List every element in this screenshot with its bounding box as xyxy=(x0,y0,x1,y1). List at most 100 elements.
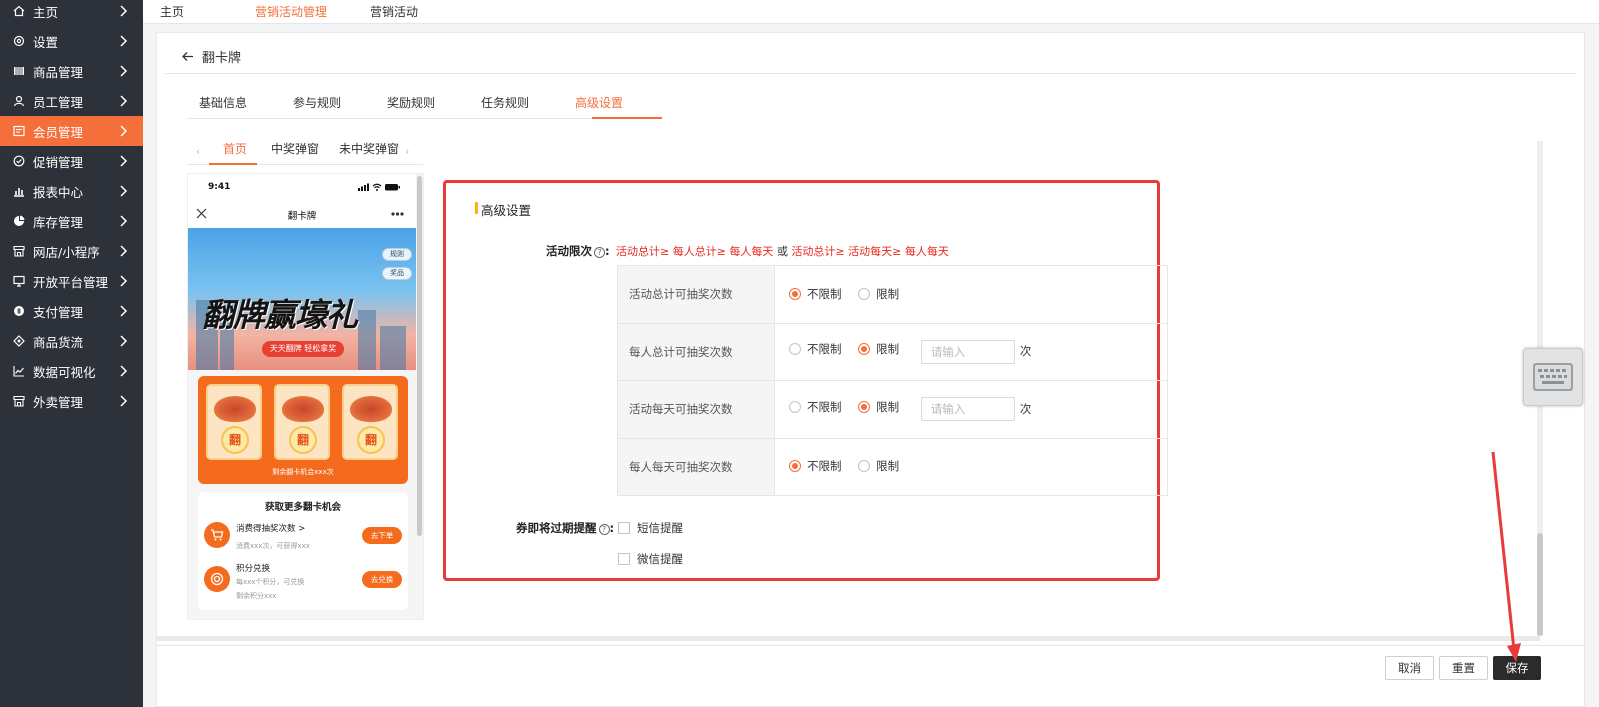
home-icon xyxy=(12,4,26,18)
flip-card[interactable]: 翻 xyxy=(342,384,398,460)
unit-label: 次 xyxy=(1019,344,1032,359)
sidebar-item-members[interactable]: 会员管理 xyxy=(0,116,143,146)
store-icon xyxy=(12,244,26,258)
radio-circle[interactable] xyxy=(858,287,871,300)
reset-button[interactable]: 重置 xyxy=(1439,656,1488,680)
tab-basic-info[interactable]: 基础信息 xyxy=(199,94,247,111)
sidebar-item-settings[interactable]: 设置 xyxy=(0,26,143,56)
member-card-icon xyxy=(12,124,26,138)
label-colon: : xyxy=(605,244,610,258)
radio-circle[interactable] xyxy=(858,343,871,356)
help-icon[interactable]: ? xyxy=(594,247,605,258)
radio-limited[interactable]: 限制 xyxy=(858,286,899,302)
radio-circle[interactable] xyxy=(858,460,871,473)
sidebar-item-promotions[interactable]: 促销管理 xyxy=(0,146,143,176)
radio-circle[interactable] xyxy=(789,343,801,356)
topnav-marketing-management[interactable]: 营销活动管理 xyxy=(255,3,327,20)
preview-tab-lose-popup[interactable]: 未中奖弹窗 xyxy=(339,140,399,157)
tab-advanced-settings[interactable]: 高级设置 xyxy=(575,94,623,111)
line-chart-icon xyxy=(12,364,26,378)
tab-task-rules[interactable]: 任务规则 xyxy=(481,94,529,111)
more-icon[interactable] xyxy=(391,212,404,216)
sidebar-item-products[interactable]: 商品管理 xyxy=(0,56,143,86)
radio-circle[interactable] xyxy=(789,400,801,413)
help-icon[interactable]: ? xyxy=(598,524,610,535)
sidebar-item-payments[interactable]: 支付管理 xyxy=(0,296,143,326)
radio-label: 限制 xyxy=(876,342,900,357)
footer-actions: 取消 重置 保存 xyxy=(157,645,1584,706)
main-tabs: 基础信息 参与规则 奖励规则 任务规则 高级设置 xyxy=(187,83,662,119)
radio-label: 限制 xyxy=(876,459,900,474)
prize-chip[interactable]: 奖品 xyxy=(382,267,412,280)
chevron-right-icon xyxy=(120,365,128,377)
topnav-home[interactable]: 主页 xyxy=(160,3,184,20)
signal-wifi-battery-icon xyxy=(358,183,400,191)
cancel-button[interactable]: 取消 xyxy=(1385,656,1434,680)
keyboard-button[interactable] xyxy=(1523,348,1583,406)
tab-participation-rules[interactable]: 参与规则 xyxy=(293,94,341,111)
sidebar-item-takeaway[interactable]: 外卖管理 xyxy=(0,386,143,416)
checkbox-box[interactable] xyxy=(618,522,630,534)
task-name: 积分兑换 xyxy=(236,564,271,574)
chevron-right-icon xyxy=(120,125,128,137)
save-button[interactable]: 保存 xyxy=(1493,656,1541,680)
chevron-left-icon[interactable]: ‹ xyxy=(196,145,200,158)
sidebar-item-inventory[interactable]: 库存管理 xyxy=(0,206,143,236)
place-order-button[interactable]: 去下单 xyxy=(362,527,402,544)
content-scrollbar-thumb[interactable] xyxy=(1537,533,1543,636)
radio-limited[interactable]: 限制 xyxy=(858,458,899,474)
radio-circle[interactable] xyxy=(858,400,871,413)
user-icon xyxy=(12,94,26,108)
radio-unlimited[interactable]: 不限制 xyxy=(789,341,842,357)
flip-card[interactable]: 翻 xyxy=(274,384,330,460)
radio-unlimited[interactable]: 不限制 xyxy=(789,286,842,302)
label-colon: : xyxy=(609,521,615,535)
keyboard-icon xyxy=(1533,363,1573,391)
row-label: 活动每天可抽奖次数 xyxy=(617,380,775,439)
radio-circle[interactable] xyxy=(789,460,801,473)
flip-card[interactable]: 翻 xyxy=(206,384,262,460)
sms-reminder-checkbox[interactable]: 短信提醒 xyxy=(618,520,683,536)
per-person-total-input[interactable]: 请输入 xyxy=(920,339,1015,364)
sidebar-item-reports[interactable]: 报表中心 xyxy=(0,176,143,206)
horizontal-scrollbar[interactable] xyxy=(157,636,1540,641)
preview-tab-win-popup[interactable]: 中奖弹窗 xyxy=(271,140,319,157)
sidebar-item-staff[interactable]: 员工管理 xyxy=(0,86,143,116)
monitor-icon xyxy=(12,274,26,288)
chevron-right-icon xyxy=(120,245,128,257)
sidebar-item-data-viz[interactable]: 数据可视化 xyxy=(0,356,143,386)
sidebar-item-home[interactable]: 主页 xyxy=(0,0,143,26)
tasks-title: 获取更多翻卡机会 xyxy=(264,502,341,513)
preview-scrollbar[interactable] xyxy=(417,176,422,536)
chevron-right-icon[interactable]: › xyxy=(405,145,409,158)
sidebar-item-label: 网店/小程序 xyxy=(33,244,100,260)
wechat-reminder-checkbox[interactable]: 微信提醒 xyxy=(618,551,683,567)
limit-table: 活动总计可抽奖次数 不限制 限制 每人总计可抽奖次数 不限制 限制 请输入次 活… xyxy=(617,265,1168,496)
sidebar-item-open-platform[interactable]: 开放平台管理 xyxy=(0,266,143,296)
check-circle-icon xyxy=(12,154,26,168)
back-button[interactable]: 翻卡牌 xyxy=(181,47,241,66)
task-desc: 每xxx个积分，可兑换 xyxy=(236,578,305,586)
radio-label: 不限制 xyxy=(807,342,842,357)
activity-daily-input[interactable]: 请输入 xyxy=(920,397,1015,422)
phone-preview: 9:41 翻卡牌 规则 奖品 翻牌赢壕礼 天天翻牌 轻松拿奖 翻 翻 翻 剩余翻… xyxy=(187,173,424,620)
chevron-right-icon xyxy=(120,275,128,287)
radio-limited[interactable]: 限制 xyxy=(858,341,899,357)
sidebar-item-goods-flow[interactable]: 商品货流 xyxy=(0,326,143,356)
activity-limit-text: 活动限次 xyxy=(546,244,592,258)
topnav-marketing-activity[interactable]: 营销活动 xyxy=(370,3,418,20)
dish-image xyxy=(350,396,392,422)
preview-tab-home[interactable]: 首页 xyxy=(223,140,247,157)
rules-chip[interactable]: 规则 xyxy=(382,248,412,261)
redeem-button[interactable]: 去兑换 xyxy=(362,571,402,588)
radio-circle[interactable] xyxy=(789,287,801,300)
tab-reward-rules[interactable]: 奖励规则 xyxy=(387,94,435,111)
checkbox-box[interactable] xyxy=(618,553,630,565)
chevron-right-icon xyxy=(120,95,128,107)
radio-unlimited[interactable]: 不限制 xyxy=(789,458,842,474)
row-label: 每人每天可抽奖次数 xyxy=(617,437,775,496)
radio-limited[interactable]: 限制 xyxy=(858,399,899,415)
task-name: 消费得抽奖次数 > xyxy=(236,524,306,534)
radio-unlimited[interactable]: 不限制 xyxy=(789,399,842,415)
sidebar-item-online-store[interactable]: 网店/小程序 xyxy=(0,236,143,266)
